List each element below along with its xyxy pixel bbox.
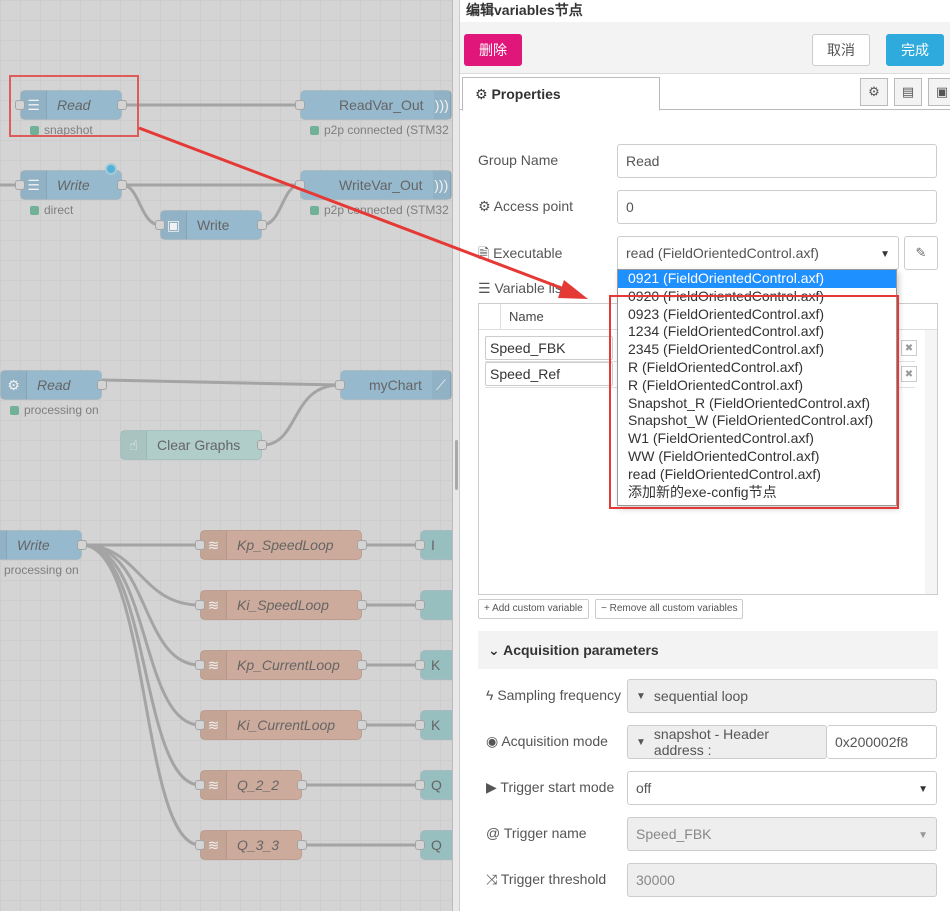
remove-icon[interactable]: ✖ [901,340,917,356]
at-icon: @ [486,825,504,841]
trigger-name-label: @ Trigger name [486,825,587,841]
highlight-box [609,295,899,509]
header-address-input[interactable]: 0x200002f8 [827,725,937,759]
flow-canvas[interactable]: ☰ Read snapshot ReadVar_Out ))) p2p conne… [0,0,452,911]
cancel-button[interactable]: 取消 [812,34,870,66]
variable-input[interactable]: Speed_Ref [485,362,613,386]
list-icon: ☰ [478,280,495,296]
shuffle-icon: ⤨ [486,871,501,887]
executable-select[interactable]: read (FieldOrientedControl.axf) ▼ [617,236,899,270]
access-point-input[interactable]: 0 [617,190,937,224]
canvas-dim-overlay [0,0,452,911]
panel-title: 编辑variables节点 [466,2,583,18]
acquisition-section-header[interactable]: ⌄ Acquisition parameters [478,631,938,669]
chevron-down-icon: ▼ [918,784,928,795]
name-column-header: Name [509,309,544,324]
group-name-input[interactable]: Read [617,144,937,178]
sampling-frequency-label: ϟ Sampling frequency [486,687,622,703]
tab-properties[interactable]: ⚙ Properties [462,77,660,111]
bolt-icon: ϟ [486,687,498,703]
variable-input[interactable]: Speed_FBK [485,336,613,360]
pencil-icon: ✎ [915,245,927,260]
list-scrollbar[interactable] [925,330,937,594]
acquisition-mode-select[interactable]: ▼ snapshot - Header address : [627,725,827,759]
trigger-start-label: ▶ Trigger start mode [486,779,615,795]
trigger-threshold-input[interactable]: 30000 [627,863,937,897]
gear-icon: ⚙ [475,86,492,102]
edit-executable-button[interactable]: ✎ [904,236,938,270]
chevron-down-icon: ▼ [918,830,928,841]
sampling-frequency-select[interactable]: ▼ sequential loop [627,679,937,713]
trigger-name-select[interactable]: Speed_FBK ▼ [627,817,937,851]
caret-icon: ▼ [636,736,646,748]
acquisition-mode-label: ◉ Acquisition mode [486,733,608,749]
play-icon: ▶ [486,779,501,795]
chevron-down-icon: ⌄ [488,642,504,658]
dot-circle-icon: ◉ [486,733,502,749]
group-name-label: Group Name [478,152,559,168]
caret-icon: ▼ [636,690,646,702]
chevron-down-icon: ▼ [880,249,890,260]
remove-all-variables-button[interactable]: − Remove all custom variables [595,599,744,619]
appearance-icon[interactable]: ▣ [928,78,950,106]
access-point-label: ⚙ Access point [478,198,574,214]
gear-icon: ⚙ [478,198,494,214]
delete-button[interactable]: 删除 [464,34,522,66]
description-icon[interactable]: ▤ [894,78,922,106]
executable-option[interactable]: 0921 (FieldOrientedControl.axf) [618,270,896,288]
panel-tabs: ⚙ Properties ⚙ ▤ ▣ [460,74,950,111]
trigger-start-select[interactable]: off ▼ [627,771,937,805]
remove-icon[interactable]: ✖ [901,366,917,382]
done-button[interactable]: 完成 [886,34,944,66]
add-custom-variable-button[interactable]: + Add custom variable [478,599,589,619]
settings-icon[interactable]: ⚙ [860,78,888,106]
file-icon: 🗎 [478,245,494,261]
variable-list-label: ☰ Variable list [478,280,566,296]
trigger-threshold-label: ⤨ Trigger threshold [486,871,607,887]
executable-label: 🗎 Executable [478,245,563,261]
panel-header: 删除 取消 完成 [460,22,950,74]
panel-splitter[interactable] [452,0,460,911]
